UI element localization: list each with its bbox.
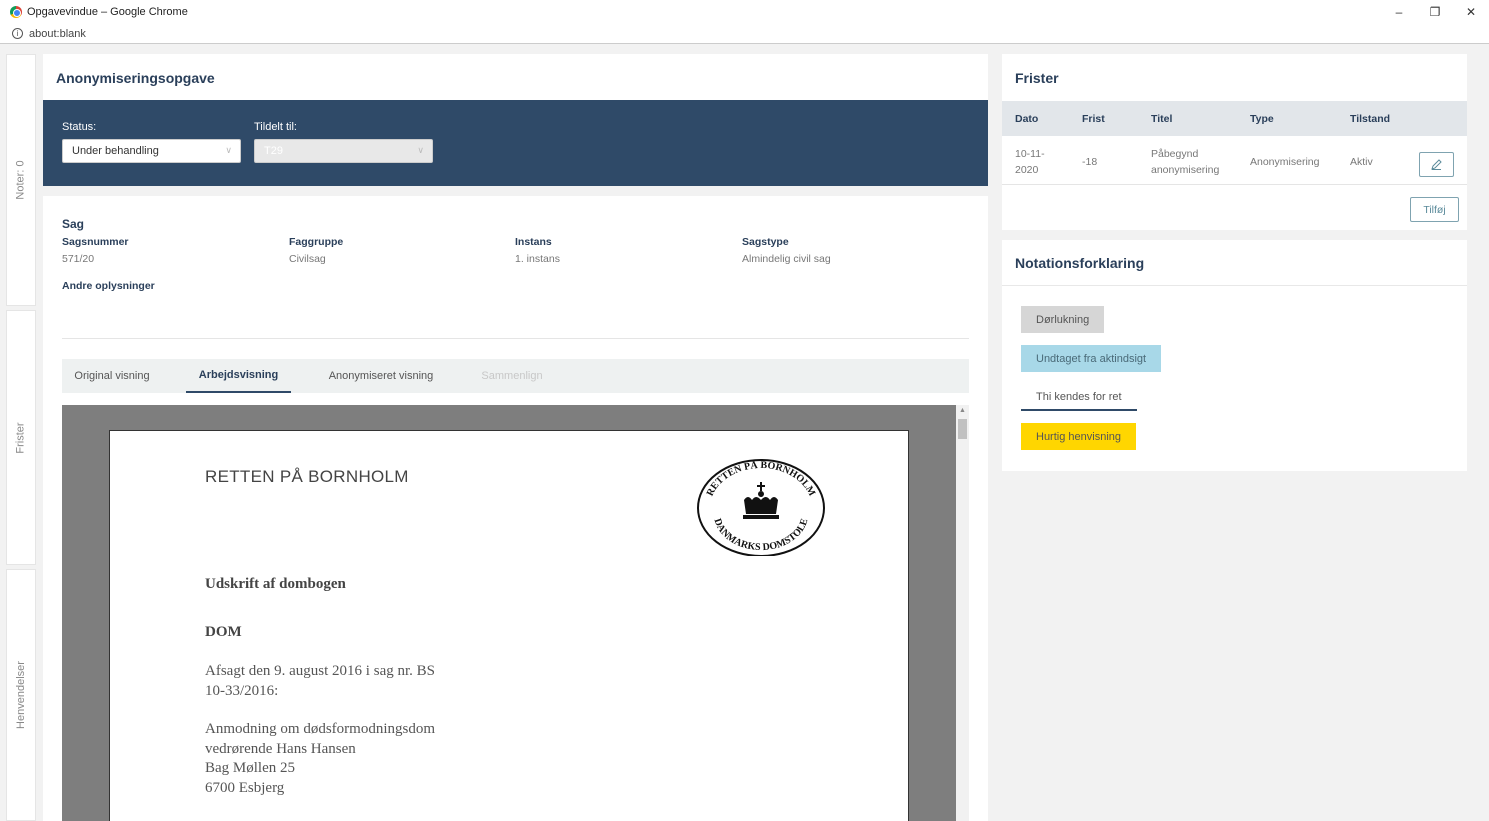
deadlines-title: Frister [1015, 70, 1059, 86]
column-header: Type [1250, 113, 1274, 125]
assigned-value: T29 [264, 145, 283, 157]
chevron-down-icon: ∨ [225, 145, 232, 155]
divider [62, 338, 969, 339]
document-page: RETTEN PÅ BORNHOLM RETTEN PÅ BORNHOLM DA… [109, 430, 909, 821]
document-viewer[interactable]: RETTEN PÅ BORNHOLM RETTEN PÅ BORNHOLM DA… [62, 405, 956, 821]
window-controls: – ❐ ✕ [1381, 0, 1489, 24]
sidebar-tab-inquiries[interactable]: Henvendelser [6, 569, 36, 821]
document-subheading: DOM [205, 624, 242, 640]
minimize-icon[interactable]: – [1381, 0, 1417, 24]
case-type-value: Almindelig civil sag [742, 253, 831, 265]
sidebar-tab-label: Henvendelser [15, 661, 27, 729]
row-type: Anonymisering [1250, 156, 1320, 168]
add-deadline-button[interactable]: Tilføj [1410, 197, 1459, 222]
tab-anonymized-view[interactable]: Anonymiseret visning [316, 359, 446, 393]
case-title: Sag [62, 217, 85, 231]
instance-value: 1. instans [515, 253, 560, 265]
case-number-label: Sagsnummer [62, 236, 129, 248]
deadlines-card: Frister Dato Frist Titel Type Tilstand 1… [1002, 54, 1467, 230]
notation-chip-door-closing: Dørlukning [1021, 306, 1105, 333]
document-paragraph: Anmodning om dødsformodningsdom vedrøren… [205, 721, 436, 796]
notation-chip-verdict: Thi kendes for ret [1021, 384, 1137, 411]
divider [1002, 285, 1467, 286]
view-tabs: Original visning Arbejdsvisning Anonymis… [62, 359, 969, 393]
notation-card: Notationsforklaring Dørlukning Undtaget … [1002, 240, 1467, 471]
row-state: Aktiv [1350, 156, 1373, 168]
status-value: Under behandling [72, 145, 159, 157]
tab-original-view[interactable]: Original visning [62, 359, 162, 393]
assigned-select[interactable]: T29 ∨ [254, 139, 433, 163]
url-text: about:blank [29, 27, 86, 40]
column-header: Titel [1151, 113, 1173, 125]
notation-chip-exempt-access: Undtaget fra aktindsigt [1021, 345, 1162, 372]
document-heading: Udskrift af dombogen [205, 576, 346, 592]
scrollbar-thumb[interactable] [958, 419, 967, 439]
task-card: Anonymiseringsopgave Status: Under behan… [43, 54, 988, 821]
scroll-up-icon[interactable]: ▲ [959, 407, 966, 414]
pencil-icon [1431, 159, 1442, 170]
subject-group-label: Faggruppe [289, 236, 344, 248]
tab-compare: Sammenlign [481, 370, 543, 382]
court-seal-icon: RETTEN PÅ BORNHOLM DANMARKS DOMSTOLE [697, 459, 825, 556]
sidebar-tab-label: Noter: 0 [15, 160, 28, 200]
document-scrollbar[interactable]: ▲ [956, 405, 969, 821]
notation-title: Notationsforklaring [1015, 255, 1145, 271]
column-header: Dato [1015, 113, 1039, 125]
address-bar[interactable]: i about:blank [0, 24, 1489, 44]
close-icon[interactable]: ✕ [1453, 0, 1489, 24]
column-header: Frist [1082, 113, 1105, 125]
task-title: Anonymiseringsopgave [56, 70, 215, 86]
sidebar-tab-deadlines[interactable]: Frister [6, 310, 36, 565]
status-bar: Status: Under behandling ∨ Tildelt til: … [43, 100, 988, 186]
notation-chip-quick-reference: Hurtig henvisning [1021, 423, 1136, 450]
restore-icon[interactable]: ❐ [1417, 0, 1453, 24]
row-separator [1002, 184, 1467, 185]
chrome-logo-icon [10, 6, 22, 18]
case-type-label: Sagstype [742, 236, 789, 248]
row-date: 10-11- 2020 [1015, 148, 1045, 176]
window-title: Opgavevindue – Google Chrome [27, 6, 188, 18]
other-info-label: Andre oplysninger [62, 280, 155, 292]
instance-label: Instans [515, 236, 552, 248]
section-separator [43, 186, 988, 196]
deadlines-table-header: Dato Frist Titel Type Tilstand [1002, 101, 1467, 136]
sidebar-tab-notes[interactable]: Noter: 0 [6, 54, 36, 306]
document-court-name: RETTEN PÅ BORNHOLM [205, 467, 409, 486]
tab-work-view[interactable]: Arbejdsvisning [186, 359, 291, 393]
document-paragraph: Afsagt den 9. august 2016 i sag nr. BS 1… [205, 663, 435, 699]
sidebar-tab-label: Frister [15, 421, 28, 454]
column-header: Tilstand [1350, 113, 1391, 125]
row-frist: -18 [1082, 156, 1098, 168]
status-label: Status: [62, 121, 97, 133]
browser-title-bar: Opgavevindue – Google Chrome – ❐ ✕ [0, 0, 1489, 24]
assigned-label: Tildelt til: [254, 121, 297, 133]
status-select[interactable]: Under behandling ∨ [62, 139, 241, 163]
edit-deadline-button[interactable] [1419, 152, 1454, 177]
case-number-value: 571/20 [62, 253, 95, 265]
info-icon[interactable]: i [12, 28, 23, 39]
subject-group-value: Civilsag [289, 253, 326, 265]
row-title: Påbegynd anonymisering [1151, 148, 1220, 176]
chevron-down-icon: ∨ [417, 145, 424, 155]
